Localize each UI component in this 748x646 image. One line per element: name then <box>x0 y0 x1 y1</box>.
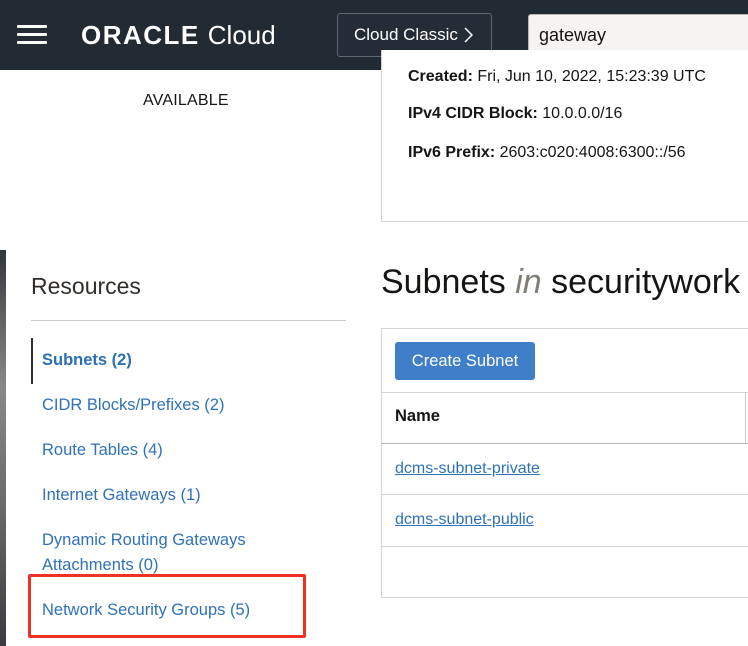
logo-oracle-text: ORACLE <box>81 20 200 50</box>
row-divider <box>381 494 748 495</box>
subnets-heading-compartment: securitywork <box>551 263 741 301</box>
resource-link-drg-attachments[interactable]: Dynamic Routing Gateways <box>42 528 246 553</box>
resource-link-internet-gateways[interactable]: Internet Gateways (1) <box>42 483 201 508</box>
created-label: Created: <box>408 68 473 85</box>
resource-link-route-tables[interactable]: Route Tables (4) <box>42 438 163 463</box>
created-value: Fri, Jun 10, 2022, 15:23:39 UTC <box>477 68 706 85</box>
ipv4-label: IPv4 CIDR Block: <box>408 105 538 122</box>
active-item-indicator <box>31 338 33 384</box>
ipv4-row: IPv4 CIDR Block: 10.0.0.0/16 <box>408 105 622 123</box>
ipv6-row: IPv6 Prefix: 2603:c020:4008:6300::/56 <box>408 144 686 162</box>
create-subnet-button[interactable]: Create Subnet <box>395 342 535 380</box>
row-divider <box>381 546 748 547</box>
cloud-classic-label: Cloud Classic <box>354 25 458 44</box>
status-text: AVAILABLE <box>143 92 229 109</box>
logo-cloud-text: Cloud <box>207 20 276 50</box>
highlight-annotation-box <box>28 574 306 638</box>
subnets-heading: Subnets in securitywork <box>381 263 740 302</box>
resources-heading: Resources <box>31 273 141 299</box>
subnets-heading-in: in <box>515 263 542 301</box>
created-row: Created: Fri, Jun 10, 2022, 15:23:39 UTC <box>408 68 706 86</box>
resource-link-cidr-blocks[interactable]: CIDR Blocks/Prefixes (2) <box>42 393 224 418</box>
subnets-heading-prefix: Subnets <box>381 263 506 301</box>
subnet-link-private[interactable]: dcms-subnet-private <box>395 460 540 478</box>
column-header-name[interactable]: Name <box>395 407 440 426</box>
chevron-right-icon <box>464 27 473 43</box>
hamburger-menu-icon[interactable] <box>17 25 47 45</box>
resources-divider <box>31 320 346 321</box>
column-divider <box>745 393 746 443</box>
ipv6-label: IPv6 Prefix: <box>408 144 496 161</box>
oracle-cloud-logo[interactable]: ORACLE Cloud <box>81 19 276 51</box>
subnet-link-public[interactable]: dcms-subnet-public <box>395 511 534 529</box>
ipv4-value: 10.0.0.0/16 <box>542 105 623 122</box>
resource-link-subnets[interactable]: Subnets (2) <box>42 348 132 373</box>
ipv6-value: 2603:c020:4008:6300::/56 <box>499 144 686 161</box>
background-edge <box>0 70 6 646</box>
